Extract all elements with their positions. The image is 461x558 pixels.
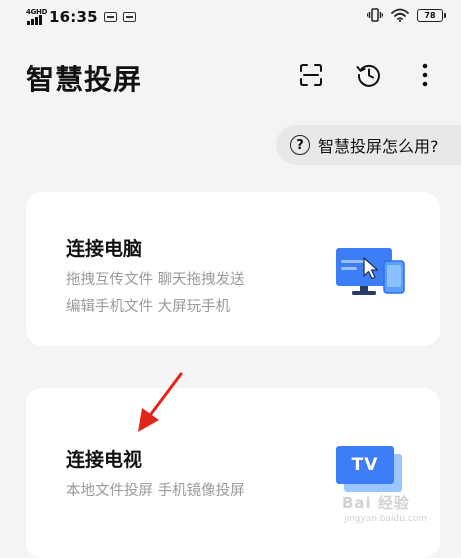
watermark: Bai 经验	[342, 494, 410, 512]
annotation-arrow	[138, 372, 183, 432]
watermark-sub: jingyan.baidu.com	[344, 514, 428, 524]
